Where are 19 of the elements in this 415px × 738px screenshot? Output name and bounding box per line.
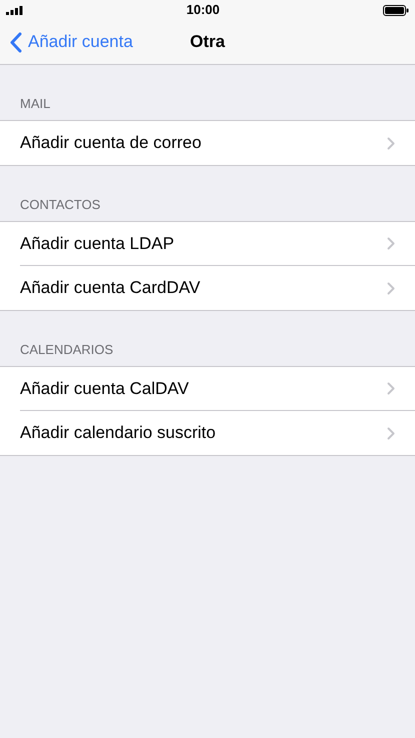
back-button[interactable]: Añadir cuenta [10,20,133,64]
signal-icon [6,6,23,14]
chevron-right-icon [387,426,395,440]
chevron-right-icon [387,382,395,395]
section-header: MAIL [20,94,50,112]
chevron-right-icon [387,237,395,250]
list-row[interactable]: Añadir calendario suscrito [0,411,415,455]
chevron-right-icon [387,136,395,150]
page-title: Otra [190,31,225,54]
battery-icon [383,4,409,16]
chevron-right-icon [387,282,395,294]
section-header: CALENDARIOS [20,340,114,358]
section-header: CONTACTOS [20,196,100,214]
list-row[interactable]: Añadir cuenta LDAP [0,222,415,266]
list-row[interactable]: Añadir cuenta CardDAV [0,266,415,310]
list-row[interactable]: Añadir cuenta CalDAV [0,367,415,411]
status-time: 10:00 [186,1,220,20]
chevron-left-icon [10,32,22,52]
list-row[interactable]: Añadir cuenta de correo [0,121,415,165]
